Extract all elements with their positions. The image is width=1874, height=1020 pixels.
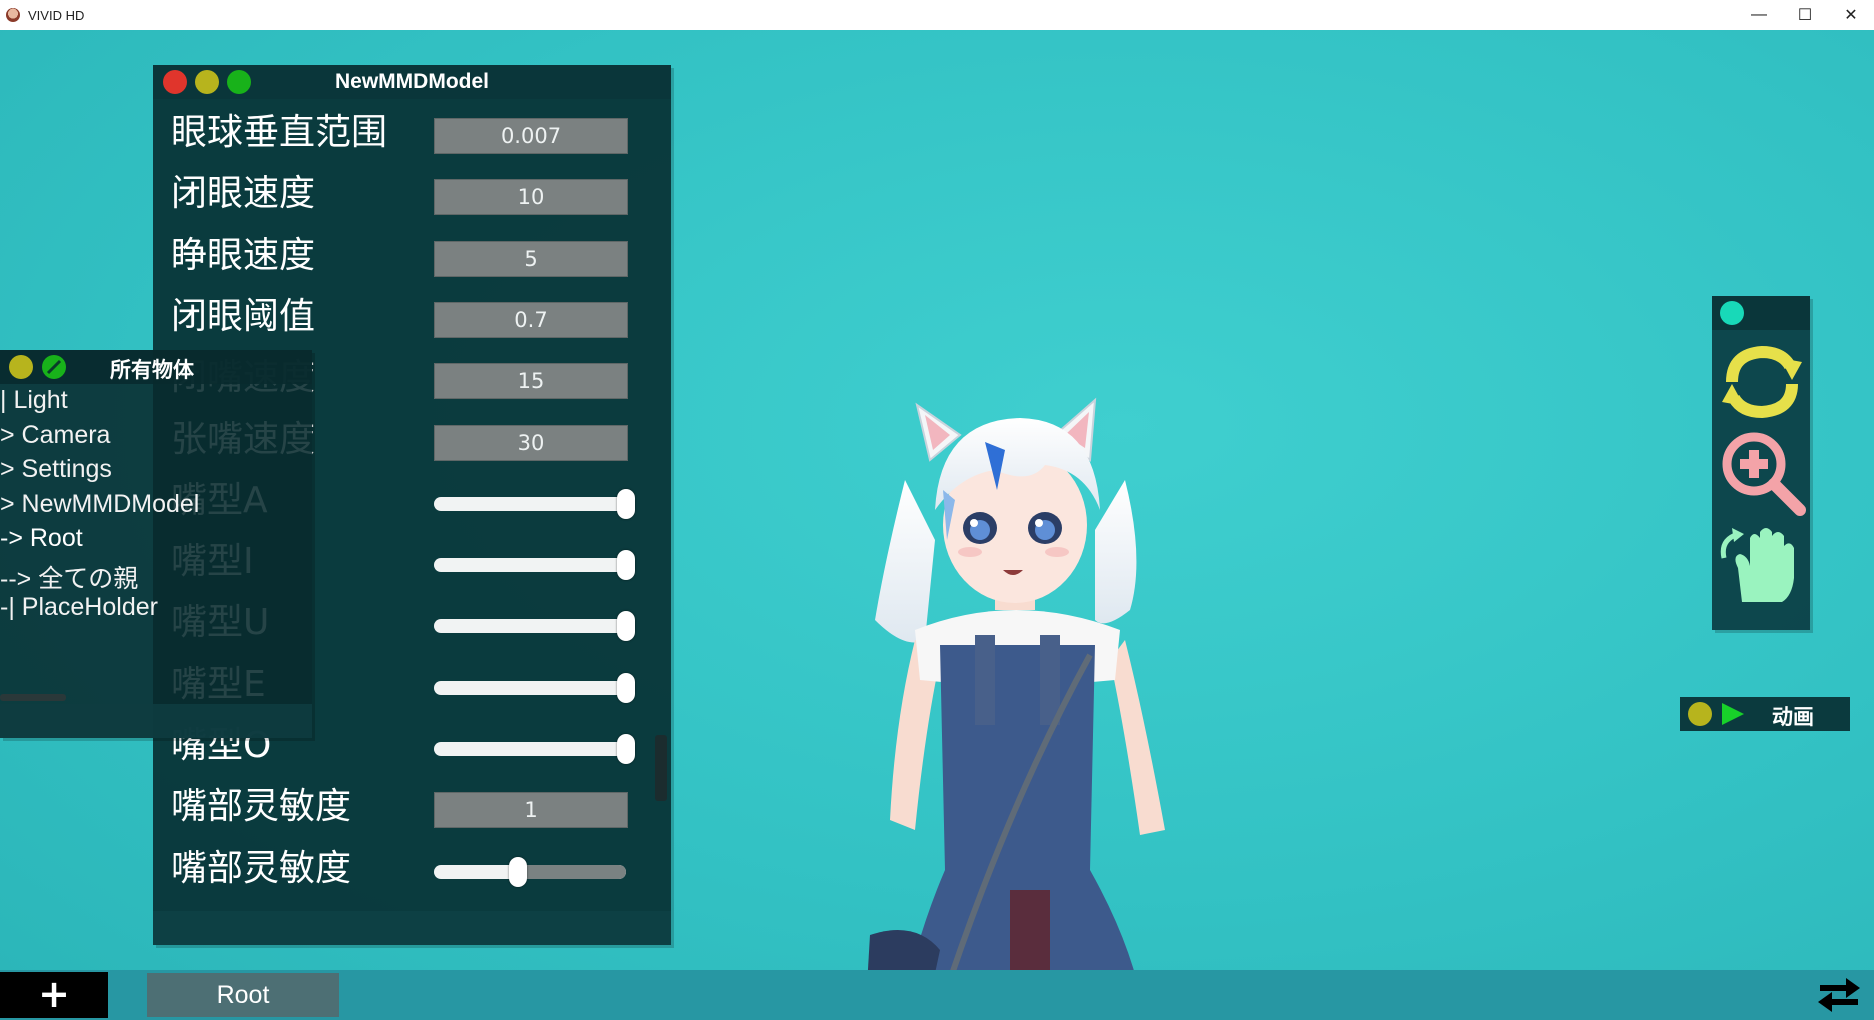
slider-track[interactable]: [434, 488, 635, 519]
expand-dot-icon[interactable]: [42, 355, 66, 379]
value-field[interactable]: 0.007: [434, 118, 628, 154]
slider-track[interactable]: [434, 672, 635, 703]
panel-footer: [0, 704, 312, 738]
slider-thumb[interactable]: [617, 734, 635, 764]
value-field[interactable]: 15: [434, 363, 628, 400]
all-objects-panel: 所有物体 | Light > Camera > Settings > NewMM…: [0, 350, 312, 738]
slider-thumb[interactable]: [617, 611, 635, 642]
slider-thumb[interactable]: [509, 856, 528, 887]
property-row: 睁眼速度 5: [171, 232, 641, 280]
pan-hand-icon[interactable]: [1718, 518, 1806, 606]
avatar-model[interactable]: [845, 390, 1235, 1020]
slider-track[interactable]: [434, 550, 635, 581]
rotate-arrows-icon[interactable]: [1718, 338, 1806, 426]
objects-panel-header[interactable]: 所有物体: [0, 350, 312, 384]
slider-remaining: [518, 864, 626, 879]
property-row: 眼球垂直范围 0.007: [171, 109, 641, 157]
minimize-dot-icon[interactable]: [1688, 702, 1712, 726]
tree-item[interactable]: -| PlaceHolder: [0, 593, 158, 622]
panel-footer: [153, 911, 671, 945]
tree-item[interactable]: > Camera: [0, 421, 110, 450]
property-row: 闭眼速度 10: [171, 170, 641, 218]
close-button[interactable]: ✕: [1828, 0, 1874, 30]
model-panel-header[interactable]: NewMMDModel: [153, 65, 671, 99]
property-row: 嘴部灵敏度: [171, 845, 641, 893]
tree-item[interactable]: | Light: [0, 386, 68, 415]
slider-thumb[interactable]: [617, 672, 635, 703]
value-field[interactable]: 10: [434, 179, 628, 216]
slider-track[interactable]: [434, 734, 635, 764]
window-title: VIVID HD: [28, 8, 85, 23]
value-field[interactable]: 30: [434, 424, 628, 461]
maximize-button[interactable]: ☐: [1782, 0, 1828, 30]
play-icon[interactable]: [1720, 702, 1746, 726]
minimize-button[interactable]: —: [1736, 0, 1782, 30]
property-row: 闭眼阈值 0.7: [171, 293, 641, 341]
panel-title: 所有物体: [110, 358, 194, 382]
property-label: 眼球垂直范围: [171, 112, 388, 153]
slider-thumb[interactable]: [617, 550, 635, 581]
property-label: 闭眼阈值: [171, 295, 316, 337]
animation-label: 动画: [1772, 705, 1814, 729]
property-row: 嘴部灵敏度 1: [171, 783, 641, 831]
tree-item[interactable]: > NewMMDModel: [0, 490, 199, 519]
value-field[interactable]: 5: [434, 240, 628, 277]
animation-bar[interactable]: 动画: [1680, 697, 1850, 731]
minimize-dot-icon[interactable]: [9, 355, 33, 379]
add-object-button[interactable]: +: [0, 972, 108, 1018]
tab-root[interactable]: Root: [147, 973, 339, 1017]
app-icon: [6, 8, 20, 22]
vertical-scrollbar[interactable]: [655, 735, 667, 801]
swap-arrows-icon[interactable]: [1816, 972, 1862, 1016]
toggle-dot-icon[interactable]: [1720, 301, 1744, 325]
property-label: 嘴部灵敏度: [171, 847, 352, 889]
value-field[interactable]: 1: [434, 792, 628, 829]
horizontal-scrollbar[interactable]: [0, 694, 66, 701]
property-label: 睁眼速度: [171, 234, 316, 276]
slider-track[interactable]: [434, 856, 626, 887]
tools-panel-header[interactable]: [1712, 296, 1810, 330]
tree-item[interactable]: --> 全ての親: [0, 559, 138, 595]
property-label: 嘴部灵敏度: [171, 786, 352, 828]
property-label: 闭眼速度: [171, 173, 316, 215]
slider-thumb[interactable]: [617, 488, 635, 519]
camera-tools-panel: [1712, 296, 1810, 630]
tree-item[interactable]: > Settings: [0, 455, 112, 484]
value-field[interactable]: 0.7: [434, 301, 628, 338]
window-titlebar: VIVID HD — ☐ ✕: [0, 0, 1874, 31]
panel-title: NewMMDModel: [335, 70, 489, 93]
tree-item[interactable]: -> Root: [0, 524, 83, 553]
slider-track[interactable]: [434, 611, 635, 642]
zoom-in-icon[interactable]: [1718, 428, 1806, 516]
